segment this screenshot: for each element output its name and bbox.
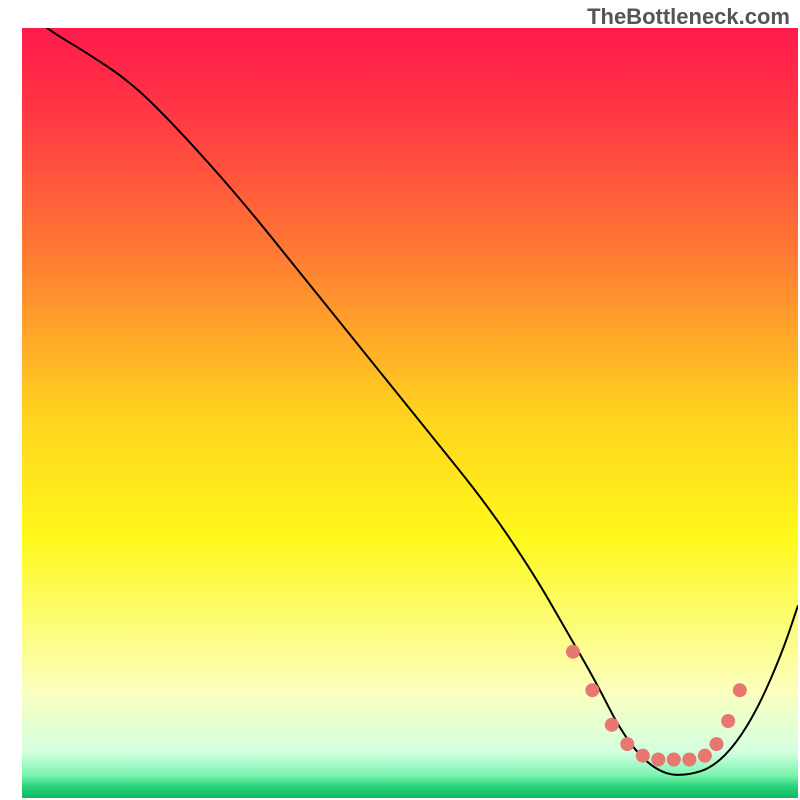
highlight-point: [636, 749, 650, 763]
highlight-point: [721, 714, 735, 728]
highlight-point: [733, 683, 747, 697]
chart-container: TheBottleneck.com: [0, 0, 800, 800]
highlight-point: [620, 737, 634, 751]
watermark-text: TheBottleneck.com: [587, 4, 790, 30]
highlight-point: [651, 753, 665, 767]
highlight-point: [605, 718, 619, 732]
highlight-point: [667, 753, 681, 767]
highlight-point: [710, 737, 724, 751]
highlight-point: [698, 749, 712, 763]
highlight-point: [585, 683, 599, 697]
highlight-point: [566, 645, 580, 659]
gradient-background: [22, 28, 798, 798]
highlight-point: [682, 753, 696, 767]
bottleneck-plot: [0, 0, 800, 800]
